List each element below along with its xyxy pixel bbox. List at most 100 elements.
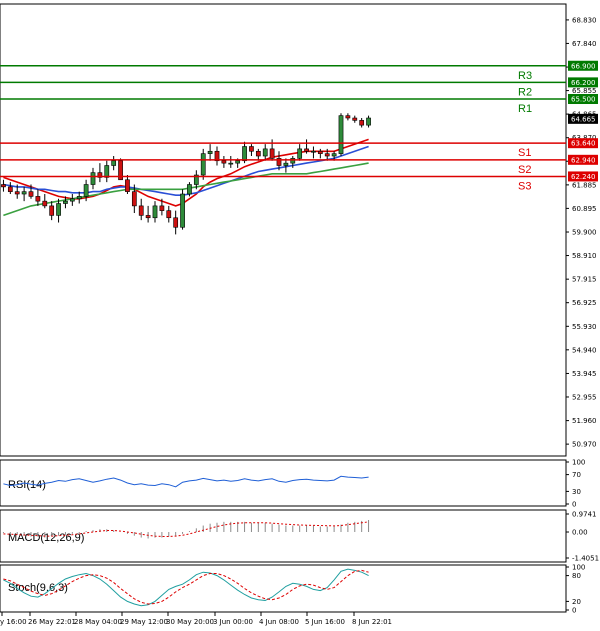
candle-body-down: [221, 160, 227, 164]
candle-body-down: [359, 120, 365, 126]
candle-body-down: [159, 205, 165, 211]
candle-body-up: [242, 146, 247, 162]
candle-body-down: [324, 153, 330, 157]
indicator-tick-label: 0.00: [572, 529, 588, 537]
candle-body-down: [131, 191, 137, 207]
candle: [200, 148, 206, 180]
indicator-tick-label: 80: [572, 572, 581, 580]
time-tick-label: 28 May 04:00: [74, 618, 122, 626]
price-tick-label: 57.915: [572, 276, 597, 284]
level-name: R3: [518, 70, 532, 82]
candle-body-down: [35, 196, 41, 202]
time-tick-label: 29 May 12:00: [120, 618, 168, 626]
level-name: R1: [518, 103, 532, 115]
candle-body-up: [331, 153, 337, 157]
candle-body-up: [311, 150, 316, 153]
candle-body-down: [138, 205, 144, 216]
candle-body-up: [180, 193, 185, 228]
candle-body-down: [249, 146, 254, 152]
price-tick-label: 68.830: [572, 16, 597, 24]
time-tick-label: 26 May 22:01: [28, 618, 76, 626]
indicator-tick-label: 0.9741: [572, 511, 597, 519]
candle-body-up: [200, 153, 206, 176]
candle: [338, 113, 344, 157]
indicator-tick-label: 100: [572, 564, 585, 572]
price-tick-label: 60.895: [572, 205, 597, 213]
level-price-label: 65.500: [571, 96, 596, 104]
candle-body-up: [90, 172, 96, 185]
candle-body-down: [304, 148, 309, 152]
candle-body-down: [166, 210, 172, 219]
candle-body-up: [228, 162, 234, 165]
candle-body-up: [63, 200, 68, 204]
time-tick-label: 3 Jun 00:00: [213, 618, 253, 626]
level-name: S1: [518, 147, 531, 159]
indicator-tick-label: 30: [572, 488, 581, 496]
current-price-label: 64.665: [571, 115, 596, 123]
candle-body-down: [1, 184, 6, 188]
time-tick-label: 4 Jun 08:00: [259, 618, 299, 626]
level-price-label: 62.240: [571, 173, 596, 181]
candle-body-down: [345, 115, 351, 119]
price-tick-label: 50.970: [572, 441, 597, 449]
current-price-marker: 64.665: [568, 113, 598, 124]
candle-body-down: [7, 186, 13, 192]
candle-body-down: [145, 215, 151, 219]
candle-body-down: [269, 148, 275, 159]
candle: [187, 182, 192, 197]
candle-body-up: [21, 191, 27, 195]
level-name: S3: [518, 180, 531, 192]
stoch-panel: Stoch(9,6,3) 10080200: [0, 564, 585, 615]
candle-body-down: [173, 217, 179, 228]
rsi-panel: RSI(14) 10070300: [0, 459, 585, 509]
candle-body-up: [297, 148, 303, 159]
candle-body-down: [317, 150, 323, 154]
level-name: S2: [518, 164, 531, 176]
indicator-tick-label: 0: [572, 501, 576, 509]
macd-panel: MACD(12,26,9) 0.9741 0.00 -1.4051: [0, 509, 599, 563]
level-price-label: 63.640: [571, 140, 596, 148]
indicator-tick-label: 0: [572, 607, 576, 615]
time-tick-label: 30 May 20:00: [166, 618, 214, 626]
time-tick-label: 8 Jun 22:01: [352, 618, 392, 626]
indicator-tick-label: 70: [572, 471, 581, 479]
candle-body-up: [338, 115, 344, 154]
candle-body-down: [352, 117, 358, 121]
time-tick-label: y 16:00: [0, 618, 27, 626]
candle-body-down: [125, 179, 130, 192]
candle-body-down: [28, 191, 34, 197]
candle-body-up: [56, 203, 61, 216]
candle-body-up: [187, 184, 192, 195]
price-tick-label: 58.910: [572, 252, 597, 260]
candle-body-up: [76, 196, 82, 200]
price-tick-label: 61.885: [572, 181, 597, 189]
price-tick-label: 53.945: [572, 370, 597, 378]
indicator-tick-label: -1.4051: [572, 555, 599, 563]
time-tick-label: 5 Jun 16:00: [305, 618, 345, 626]
main-panel: 68.83067.84066.84565.85564.86563.87062.8…: [0, 3, 598, 457]
candle-body-up: [235, 160, 241, 164]
candle-body-up: [262, 148, 268, 157]
candle-body-up: [152, 205, 158, 219]
candle-body-up: [104, 165, 110, 178]
candle-body-up: [69, 198, 75, 202]
price-tick-label: 65.855: [572, 87, 597, 95]
price-tick-label: 55.930: [572, 323, 597, 331]
candle-body-up: [283, 162, 289, 166]
candle-body-up: [366, 117, 371, 126]
price-tick-label: 67.840: [572, 40, 597, 48]
candle-body-down: [42, 200, 48, 207]
price-tick-label: 52.955: [572, 393, 597, 401]
candle-body-down: [49, 205, 55, 216]
price-tick-label: 51.960: [572, 417, 597, 425]
candle-body-down: [255, 150, 261, 157]
price-tick-label: 56.925: [572, 299, 597, 307]
level-price-label: 66.900: [571, 62, 596, 70]
candle-body-up: [207, 150, 213, 154]
level-price-label: 66.200: [571, 79, 596, 87]
indicator-tick-label: 100: [572, 459, 585, 467]
indicator-tick-label: 20: [572, 598, 581, 606]
price-tick-label: 59.900: [572, 229, 597, 237]
candle-body-down: [14, 191, 20, 195]
macd-title: MACD(12,26,9): [8, 532, 84, 544]
